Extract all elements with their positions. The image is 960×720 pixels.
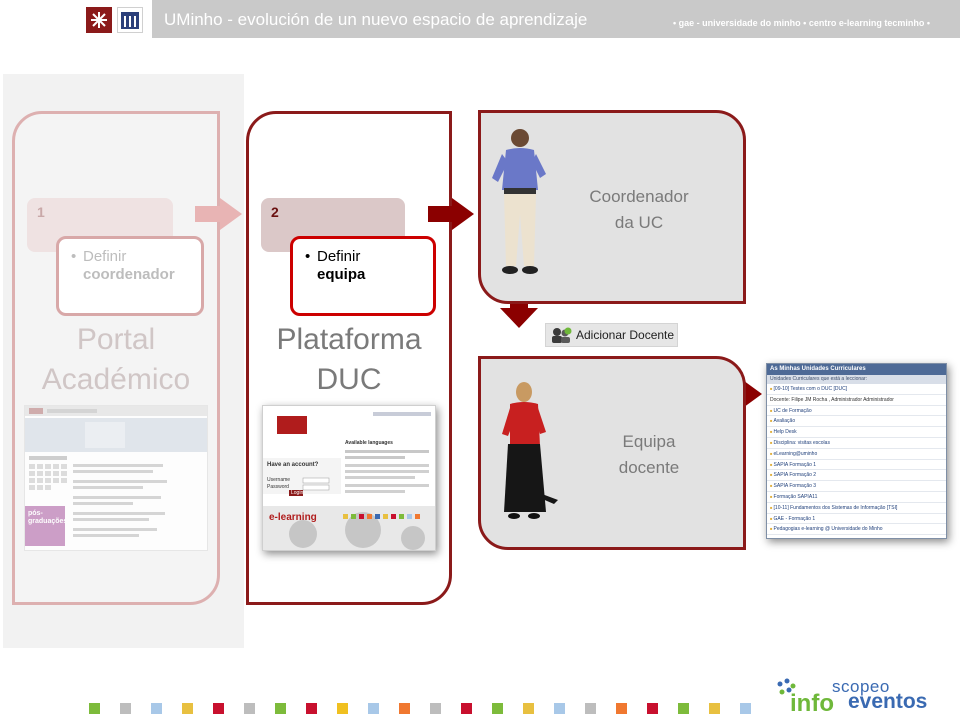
team-label-line1: Equipa: [622, 432, 676, 451]
footer-square: [616, 703, 627, 714]
footer-square: [213, 703, 224, 714]
footer-square: [89, 703, 100, 714]
footer-square: [275, 703, 286, 714]
uc-list-item[interactable]: [10-11] Fundamentos dos Sistemas de Info…: [767, 503, 946, 514]
uc-list-item[interactable]: UC de Formação: [767, 406, 946, 417]
coordinator-label-line2: da UC: [614, 213, 664, 232]
team-label: Equipa docente: [574, 429, 724, 481]
uc-list-item[interactable]: GAE - Formação 1: [767, 514, 946, 525]
coordinator-label: Coordenador da UC: [564, 184, 714, 236]
uc-list-item[interactable]: SAPIA Formação 3: [767, 481, 946, 492]
uc-list-item[interactable]: eLearning@uminho: [767, 449, 946, 460]
uc-list-item[interactable]: Formação SAPIA11: [767, 492, 946, 503]
footer-square: [523, 703, 534, 714]
footer-square: [337, 703, 348, 714]
footer-square: [368, 703, 379, 714]
uc-panel-title: As Minhas Unidades Curriculares: [767, 364, 946, 375]
footer-square: [182, 703, 193, 714]
add-users-icon: [552, 327, 572, 343]
arrow-faded-right: [195, 198, 242, 230]
footer-square: [554, 703, 565, 714]
add-teacher-label: Adicionar Docente: [576, 328, 675, 342]
uc-panel-subtitle: Unidades Curriculares que está a leccion…: [767, 375, 946, 384]
uc-list-item[interactable]: SAPIA Formação 1: [767, 460, 946, 471]
footer-square: [399, 703, 410, 714]
footer-square: [678, 703, 689, 714]
footer-square: [461, 703, 472, 714]
coordinator-person-icon: [492, 129, 546, 274]
uc-list-item[interactable]: Avaliação: [767, 416, 946, 428]
teacher-person-icon: [502, 382, 558, 519]
uc-teacher-line: Docente: Filipe JM Rocha , Administrador…: [767, 395, 946, 406]
footer-square: [120, 703, 131, 714]
uc-list-item[interactable]: Disciplina: visitas escolas: [767, 438, 946, 449]
eventos-logo: eventos: [848, 690, 928, 713]
footer-square: [430, 703, 441, 714]
my-curricular-units-panel: As Minhas Unidades Curriculares Unidades…: [766, 363, 947, 539]
footer-square: [492, 703, 503, 714]
footer-square: [709, 703, 720, 714]
coordinator-label-line1: Coordenador: [589, 187, 689, 206]
footer-square: [740, 703, 751, 714]
uc-list-item[interactable]: [09-10] Testes com o DUC [DUC]: [767, 384, 946, 395]
add-teacher-button[interactable]: Adicionar Docente: [545, 323, 678, 347]
uc-list-item[interactable]: Pedagogias e-learning @ Universidade do …: [767, 524, 946, 536]
footer-square: [647, 703, 658, 714]
footer-square: [244, 703, 255, 714]
footer-square: [151, 703, 162, 714]
uc-list-item[interactable]: Help Desk: [767, 427, 946, 438]
uc-list-item[interactable]: SAPIA Formação 2: [767, 470, 946, 482]
footer-square: [306, 703, 317, 714]
info-logo: info: [790, 690, 834, 717]
footer-square: [585, 703, 596, 714]
arrow-right-1: [428, 198, 474, 230]
team-label-line2: docente: [618, 458, 680, 477]
